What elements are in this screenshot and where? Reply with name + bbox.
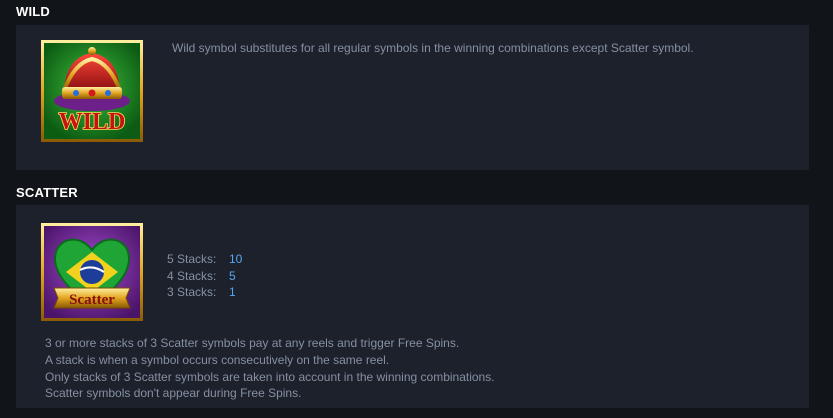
scatter-rule-line: Only stacks of 3 Scatter symbols are tak… bbox=[45, 369, 495, 384]
paytable-row: 5 Stacks: 10 bbox=[167, 251, 242, 268]
scatter-panel: Scatter 5 Stacks: 10 4 Stacks: 5 3 Stack… bbox=[16, 205, 809, 408]
scatter-section-title: SCATTER bbox=[16, 185, 78, 200]
scatter-paytable: 5 Stacks: 10 4 Stacks: 5 3 Stacks: 1 bbox=[167, 251, 242, 301]
paytable-value: 1 bbox=[229, 285, 236, 299]
wild-crown-icon: WILD bbox=[40, 39, 144, 143]
scatter-rules: 3 or more stacks of 3 Scatter symbols pa… bbox=[45, 335, 495, 402]
paytable-row: 3 Stacks: 1 bbox=[167, 284, 242, 301]
wild-description: Wild symbol substitutes for all regular … bbox=[172, 41, 694, 55]
wild-section-title: WILD bbox=[16, 4, 51, 19]
paytable-value: 10 bbox=[229, 252, 243, 266]
scatter-symbol-label: Scatter bbox=[69, 292, 115, 308]
paytable-value: 5 bbox=[229, 268, 236, 283]
paytable-row: 4 Stacks: 5 bbox=[167, 268, 242, 285]
wild-panel: WILD Wild symbol substitutes for all reg… bbox=[16, 25, 809, 170]
scatter-rule-line: Scatter symbols don't appear during Free… bbox=[45, 386, 302, 401]
scatter-rule-line: A stack is when a symbol occurs consecut… bbox=[45, 352, 390, 367]
paytable-label: 4 Stacks: bbox=[167, 268, 217, 283]
wild-symbol-label: WILD bbox=[59, 109, 126, 135]
paytable-label: 5 Stacks: bbox=[167, 252, 217, 266]
scatter-heart-flag-icon: Scatter bbox=[40, 222, 144, 322]
paytable-label: 3 Stacks: bbox=[167, 285, 217, 299]
scatter-rule-line: 3 or more stacks of 3 Scatter symbols pa… bbox=[45, 336, 460, 350]
